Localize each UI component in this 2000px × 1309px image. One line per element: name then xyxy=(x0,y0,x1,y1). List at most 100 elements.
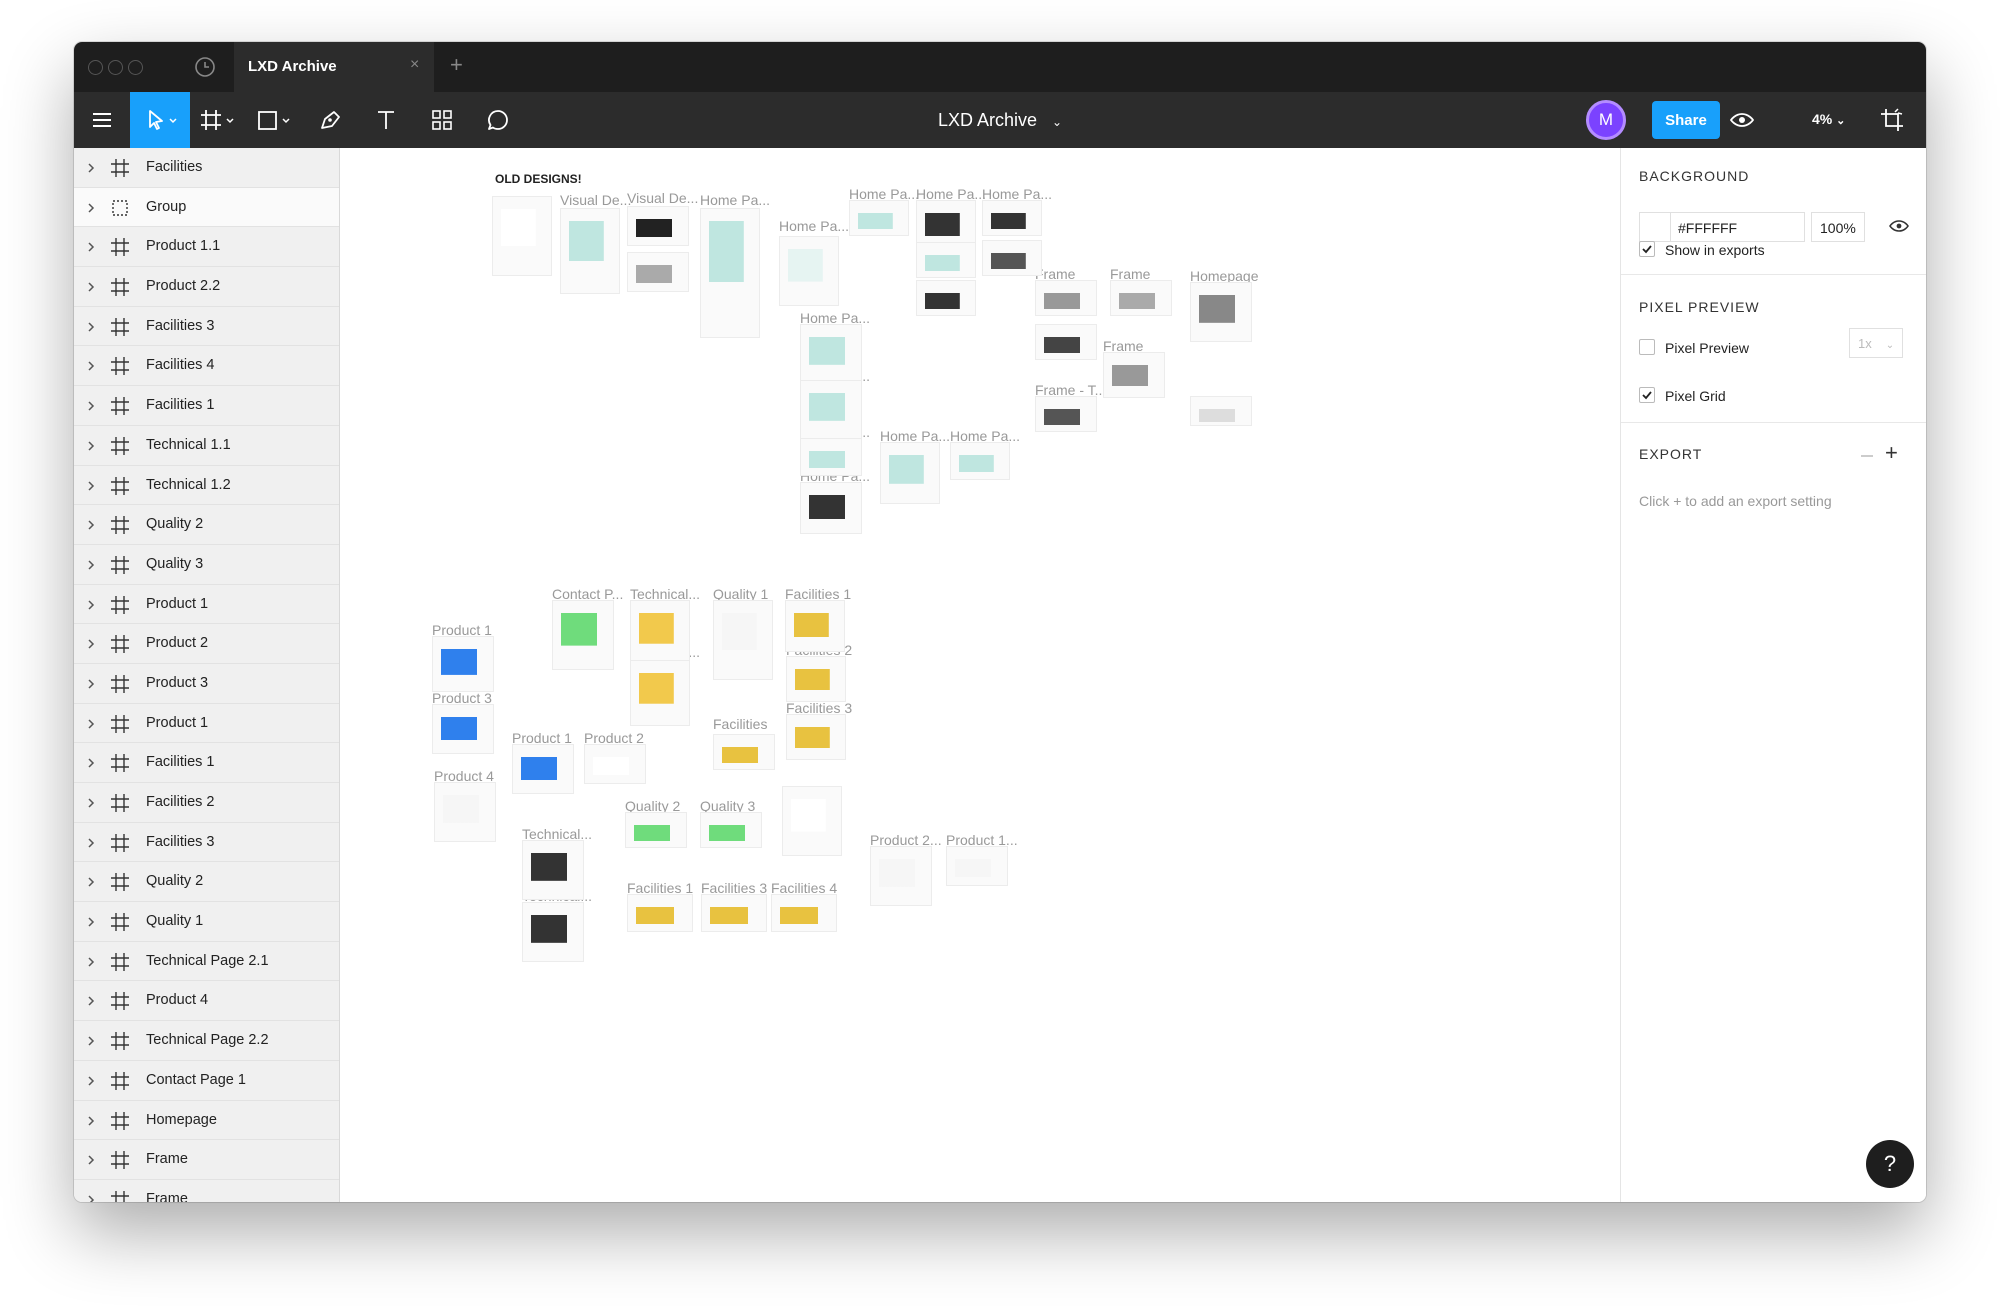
frame-thumbnail[interactable] xyxy=(786,656,846,702)
frame-thumbnail[interactable] xyxy=(432,636,494,692)
frame-thumbnail[interactable] xyxy=(800,380,862,440)
text-tool-button[interactable] xyxy=(358,92,414,148)
layer-row[interactable]: Facilities 3 xyxy=(74,823,339,863)
add-export-plus-icon[interactable]: + xyxy=(1885,440,1898,466)
frame-thumbnail[interactable] xyxy=(512,744,574,794)
layer-row[interactable]: Technical 1.1 xyxy=(74,426,339,466)
layer-row[interactable]: Product 1 xyxy=(74,704,339,744)
layer-row[interactable]: Homepage xyxy=(74,1101,339,1141)
frame-thumbnail[interactable] xyxy=(522,840,584,900)
frame-thumbnail[interactable] xyxy=(432,704,494,754)
chevron-right-icon[interactable] xyxy=(86,241,96,253)
pixel-preview-scale-select[interactable]: 1x ⌄ xyxy=(1849,328,1903,358)
chevron-right-icon[interactable] xyxy=(86,519,96,531)
frame-thumbnail[interactable] xyxy=(492,196,552,276)
frame-thumbnail[interactable] xyxy=(880,442,940,504)
layer-row[interactable]: Technical Page 2.2 xyxy=(74,1021,339,1061)
chevron-right-icon[interactable] xyxy=(86,1115,96,1127)
layer-row[interactable]: Technical 1.2 xyxy=(74,466,339,506)
window-zoom-button[interactable] xyxy=(128,60,143,75)
visibility-eye-icon[interactable] xyxy=(1889,219,1909,238)
chevron-right-icon[interactable] xyxy=(86,916,96,928)
frame-thumbnail[interactable] xyxy=(1110,280,1172,316)
frame-thumbnail[interactable] xyxy=(627,252,689,292)
view-settings-button[interactable] xyxy=(1864,92,1920,148)
layer-row[interactable]: Facilities 1 xyxy=(74,386,339,426)
avatar[interactable]: M xyxy=(1586,100,1626,140)
frame-thumbnail[interactable] xyxy=(630,600,690,666)
frame-thumbnail[interactable] xyxy=(630,660,690,726)
layer-row[interactable]: Facilities 4 xyxy=(74,346,339,387)
components-button[interactable] xyxy=(414,92,470,148)
chevron-right-icon[interactable] xyxy=(86,797,96,809)
frame-thumbnail[interactable] xyxy=(946,846,1008,886)
frame-label[interactable]: Facilities xyxy=(713,716,767,732)
layer-row[interactable]: Quality 2 xyxy=(74,862,339,903)
window-minimize-button[interactable] xyxy=(108,60,123,75)
layer-row[interactable]: Product 1.1 xyxy=(74,227,339,268)
chevron-right-icon[interactable] xyxy=(86,599,96,611)
frame-thumbnail[interactable] xyxy=(950,442,1010,480)
frame-thumbnail[interactable] xyxy=(700,812,762,848)
frame-thumbnail[interactable] xyxy=(786,714,846,760)
frame-thumbnail[interactable] xyxy=(771,894,837,932)
frame-thumbnail[interactable] xyxy=(779,236,839,306)
frame-thumbnail[interactable] xyxy=(1103,352,1165,398)
chevron-right-icon[interactable] xyxy=(86,321,96,333)
color-swatch[interactable] xyxy=(1640,213,1671,241)
frame-thumbnail[interactable] xyxy=(800,324,862,384)
canvas[interactable]: OLD DESIGNS! Visual De... Visual De... Hom… xyxy=(340,148,1620,1202)
chevron-right-icon[interactable] xyxy=(86,757,96,769)
move-tool-button[interactable] xyxy=(130,92,190,148)
chevron-right-icon[interactable] xyxy=(86,956,96,968)
frame-label[interactable]: Visual De... xyxy=(627,190,698,206)
chevron-right-icon[interactable] xyxy=(86,360,96,372)
frame-thumbnail[interactable] xyxy=(849,200,909,236)
zoom-menu[interactable]: 4% ⌄ xyxy=(1812,111,1845,127)
layer-row[interactable]: Facilities 2 xyxy=(74,783,339,823)
frame-thumbnail[interactable] xyxy=(1035,280,1097,316)
chevron-right-icon[interactable] xyxy=(86,400,96,412)
frame-thumbnail[interactable] xyxy=(552,600,614,670)
frame-label[interactable]: Home Pa... xyxy=(700,192,770,208)
frame-thumbnail[interactable] xyxy=(982,240,1042,276)
frame-label[interactable]: Visual De... xyxy=(560,192,631,208)
new-tab-button[interactable]: + xyxy=(450,52,463,78)
chevron-right-icon[interactable] xyxy=(86,480,96,492)
layer-row[interactable]: Product 1 xyxy=(74,585,339,625)
layer-row[interactable]: Contact Page 1 xyxy=(74,1061,339,1101)
pixel-preview-checkbox[interactable] xyxy=(1639,339,1655,355)
frame-label[interactable]: Home Pa... xyxy=(779,218,849,234)
chevron-right-icon[interactable] xyxy=(86,281,96,293)
layer-row[interactable]: Group xyxy=(74,187,339,228)
document-title[interactable]: LXD Archive xyxy=(938,110,1037,130)
frame-thumbnail[interactable] xyxy=(713,734,775,770)
layer-row[interactable]: Quality 1 xyxy=(74,902,339,942)
chevron-down-icon[interactable]: ⌄ xyxy=(1052,115,1062,129)
frame-thumbnail[interactable] xyxy=(627,894,693,932)
frame-thumbnail[interactable] xyxy=(1190,396,1252,426)
frame-thumbnail[interactable] xyxy=(916,242,976,278)
background-hex-value[interactable]: #FFFFFF xyxy=(1678,220,1737,236)
layer-row[interactable]: Quality 3 xyxy=(74,545,339,585)
window-close-button[interactable] xyxy=(88,60,103,75)
share-button[interactable]: Share xyxy=(1652,101,1720,139)
chevron-right-icon[interactable] xyxy=(86,638,96,650)
layer-row[interactable]: Product 2.2 xyxy=(74,267,339,307)
main-menu-button[interactable] xyxy=(74,92,130,148)
layer-row[interactable]: Frame xyxy=(74,1140,339,1180)
frame-thumbnail[interactable] xyxy=(870,846,932,906)
file-tab[interactable]: LXD Archive × xyxy=(234,42,434,92)
frame-thumbnail[interactable] xyxy=(916,280,976,316)
frame-thumbnail[interactable] xyxy=(1035,324,1097,360)
frame-thumbnail[interactable] xyxy=(785,600,845,652)
frame-thumbnail[interactable] xyxy=(713,600,773,680)
chevron-right-icon[interactable] xyxy=(86,559,96,571)
frame-thumbnail[interactable] xyxy=(625,812,687,848)
chevron-right-icon[interactable] xyxy=(86,837,96,849)
chevron-right-icon[interactable] xyxy=(86,1075,96,1087)
show-in-exports-checkbox[interactable] xyxy=(1639,241,1655,257)
frame-thumbnail[interactable] xyxy=(434,782,496,842)
chevron-right-icon[interactable] xyxy=(86,678,96,690)
frame-thumbnail[interactable] xyxy=(700,208,760,338)
